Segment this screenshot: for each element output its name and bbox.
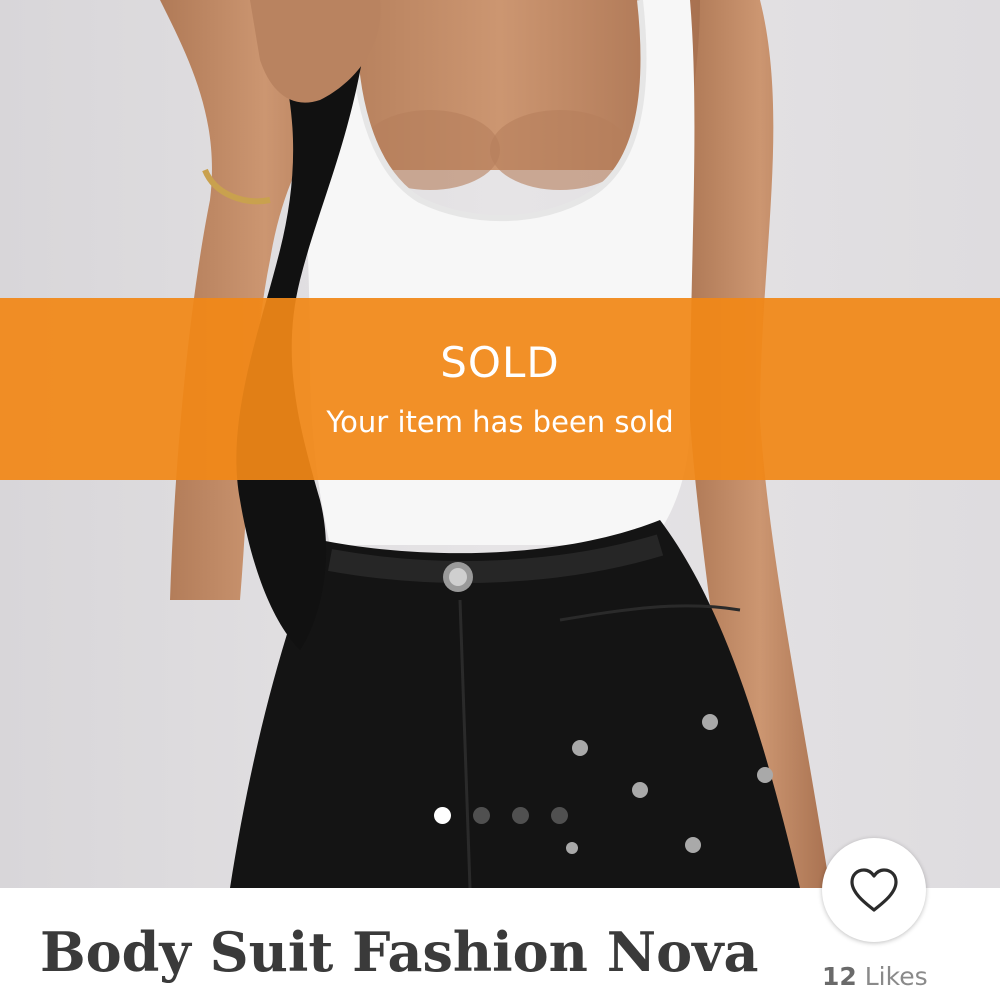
sold-banner: [0, 298, 1000, 480]
likes-number: 12: [822, 962, 857, 991]
sold-title: SOLD: [440, 338, 560, 387]
likes-count[interactable]: 12 Likes: [822, 962, 928, 991]
likes-label: Likes: [864, 962, 928, 991]
carousel-dot-2[interactable]: [473, 807, 490, 824]
heart-outline-icon: [850, 868, 898, 912]
listing-screen: SOLD Your item has been sold Body Suit F…: [0, 0, 1000, 1000]
carousel-dot-3[interactable]: [512, 807, 529, 824]
listing-title: Body Suit Fashion Nova: [40, 920, 759, 984]
carousel-dot-4[interactable]: [551, 807, 568, 824]
carousel-dot-1[interactable]: [434, 807, 451, 824]
like-button[interactable]: [822, 838, 926, 942]
carousel-indicator: [434, 807, 568, 824]
sold-subtitle: Your item has been sold: [326, 405, 674, 439]
